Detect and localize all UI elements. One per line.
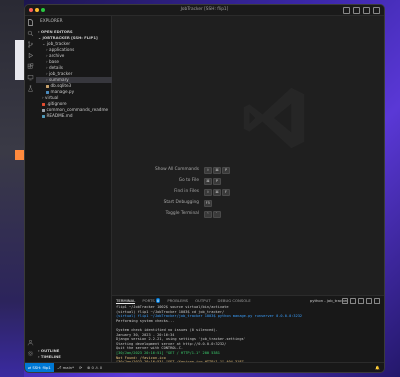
source-control-icon[interactable]: [27, 41, 34, 48]
bottom-panel: TERMINAL PORTS 8 PROBLEMS OUTPUT DEBUG C…: [112, 295, 384, 365]
sync-icon[interactable]: ⟳: [79, 365, 82, 370]
shortcut-row[interactable]: Go to File ⌘ P: [120, 178, 285, 189]
remote-explorer-icon[interactable]: [27, 74, 34, 81]
split-terminal-icon[interactable]: [350, 298, 356, 304]
tab-terminal[interactable]: TERMINAL: [116, 298, 136, 304]
trash-icon[interactable]: [358, 298, 364, 304]
explorer-sidebar: EXPLORER › OPEN EDITORS ⌄ JOBTRACKER [SS…: [36, 16, 121, 363]
key-cap: F: [222, 189, 230, 196]
run-debug-icon[interactable]: [27, 52, 34, 59]
file-py-icon: [46, 90, 49, 94]
key-cap: ⌘: [213, 189, 221, 196]
shortcut-row[interactable]: Show All Commands ⇧ ⌘ P: [120, 167, 285, 178]
shortcut-label: Toggle Terminal: [165, 211, 199, 216]
tree-item-label: common_commands_readme: [46, 107, 109, 112]
panel-actions: [342, 298, 380, 304]
file-text-icon: [42, 108, 45, 112]
new-terminal-icon[interactable]: [342, 298, 348, 304]
vscode-watermark-icon: [243, 87, 305, 149]
key-cap: F5: [204, 200, 212, 207]
tree-item-label: virtual: [45, 95, 59, 100]
sidebar-title: EXPLORER: [40, 19, 63, 24]
tab-debug-console[interactable]: DEBUG CONSOLE: [218, 298, 251, 304]
tree-item-label: archive: [49, 53, 65, 58]
key-cap: ⌃: [204, 211, 212, 218]
key-cap: P: [222, 167, 230, 174]
shortcut-keys: F5: [204, 200, 212, 207]
shortcut-keys: ⇧ ⌘ P: [204, 167, 230, 174]
account-icon[interactable]: [27, 339, 34, 346]
toggle-sidebar-icon[interactable]: [343, 7, 350, 14]
key-cap: ⌘: [204, 178, 212, 185]
key-cap: ⇧: [204, 167, 212, 174]
key-cap: ⌘: [213, 167, 221, 174]
panel-tabs: TERMINAL PORTS 8 PROBLEMS OUTPUT DEBUG C…: [116, 298, 251, 304]
title-bar: JobTracker [SSH: flip1]: [25, 5, 384, 16]
tab-output[interactable]: OUTPUT: [195, 298, 210, 304]
status-bar: ⇌ SSH: flip1 ⎇ main* ⟳ ⊗ 0 ⚠ 0 🔔: [25, 362, 384, 372]
editor-area: [112, 16, 384, 295]
extensions-icon[interactable]: [27, 63, 34, 70]
shortcut-row[interactable]: Toggle Terminal ⌃ `: [120, 211, 285, 222]
tree-item-label: .gitignore: [46, 101, 67, 106]
shortcut-label: Go to File: [178, 178, 199, 183]
background-window-edge: [15, 40, 24, 80]
shortcut-label: Find in Files: [174, 189, 199, 194]
tab-problems[interactable]: PROBLEMS: [167, 298, 188, 304]
tree-item-label: details: [49, 65, 63, 70]
file-md-icon: [42, 114, 45, 118]
tree-item-label: job_tracker: [46, 41, 71, 46]
shortcut-row[interactable]: Find in Files ⇧ ⌘ F: [120, 189, 285, 200]
terminal-output[interactable]: flip1 ~/JobTracker 1002$ source virtual/…: [116, 305, 378, 365]
shortcut-label: Show All Commands: [155, 167, 199, 172]
tree-item-label: manage.py: [50, 89, 75, 94]
toggle-panel-icon[interactable]: [353, 7, 360, 14]
notifications-bell-icon[interactable]: 🔔: [375, 365, 380, 370]
files-icon[interactable]: [27, 19, 34, 26]
tree-item-label: applications: [49, 47, 75, 52]
background-window-edge: [15, 150, 24, 160]
shortcut-row[interactable]: Start Debugging F5: [120, 200, 285, 211]
welcome-shortcuts: Show All Commands ⇧ ⌘ P Go to File ⌘ P Find in …: [120, 167, 285, 222]
open-editors-section[interactable]: › OPEN EDITORS: [38, 29, 73, 34]
shortcut-keys: ⇧ ⌘ F: [204, 189, 230, 196]
file-db-icon: [46, 84, 49, 88]
outline-section[interactable]: › OUTLINE: [38, 348, 59, 353]
status-left: ⎇ main* ⟳ ⊗ 0 ⚠ 0: [57, 365, 102, 370]
customize-layout-icon[interactable]: [373, 7, 380, 14]
tab-ports[interactable]: PORTS 8: [142, 298, 161, 304]
tree-item-label: README.md: [46, 113, 73, 118]
settings-gear-icon[interactable]: [27, 350, 34, 357]
problems-indicator[interactable]: ⊗ 0 ⚠ 0: [87, 365, 102, 370]
ports-badge: 8: [155, 298, 161, 303]
toggle-secondary-sidebar-icon[interactable]: [363, 7, 370, 14]
tree-item-label: summary: [49, 77, 69, 82]
maximize-panel-icon[interactable]: [366, 298, 372, 304]
tree-item-label: db.sqlite3: [50, 83, 72, 88]
close-panel-icon[interactable]: [374, 298, 380, 304]
key-cap: P: [213, 178, 221, 185]
workspace-folder-section[interactable]: ⌄ JOBTRACKER [SSH: FLIP1]: [38, 35, 98, 40]
vscode-window: JobTracker [SSH: flip1] EXPLORER › OPEN …: [24, 4, 385, 373]
tree-item-label: base: [49, 59, 59, 64]
shortcut-keys: ⌃ `: [204, 211, 221, 218]
search-icon[interactable]: [27, 30, 34, 37]
file-git-icon: [42, 102, 45, 106]
branch-indicator[interactable]: ⎇ main*: [57, 365, 74, 370]
layout-controls: [343, 7, 380, 14]
tree-item-label: job_tracker: [49, 71, 73, 76]
key-cap: ⇧: [204, 189, 212, 196]
remote-indicator[interactable]: ⇌ SSH: flip1: [25, 363, 54, 372]
timeline-section[interactable]: › TIMELINE: [38, 354, 61, 359]
shortcut-label: Start Debugging: [163, 200, 199, 205]
tree-item[interactable]: README.md: [36, 113, 117, 119]
shortcut-keys: ⌘ P: [204, 178, 221, 185]
window-title: JobTracker [SSH: flip1]: [180, 7, 229, 12]
key-cap: `: [213, 211, 221, 218]
testing-icon[interactable]: [27, 85, 34, 92]
